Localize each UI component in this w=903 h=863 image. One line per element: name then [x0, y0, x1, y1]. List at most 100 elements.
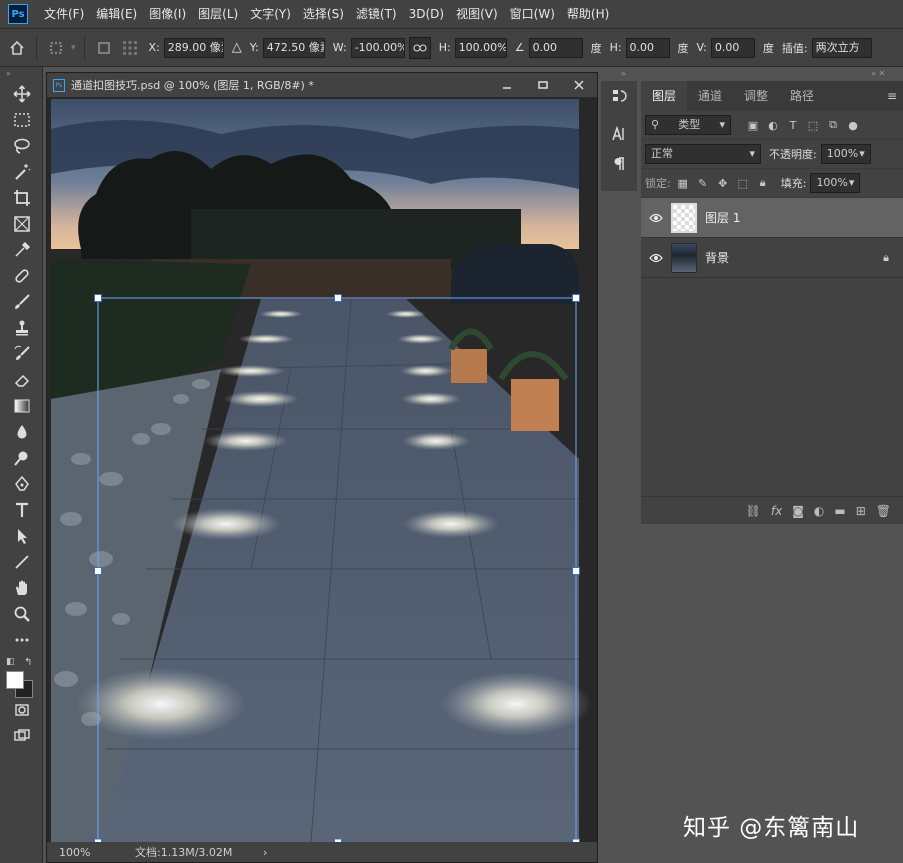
filter-kind-select[interactable]: ⚲ 类型 ▾: [645, 115, 731, 135]
foreground-color-swatch[interactable]: [6, 671, 24, 689]
dodge-tool-icon[interactable]: [0, 445, 43, 471]
lasso-tool-icon[interactable]: [0, 133, 43, 159]
new-layer-icon[interactable]: ⊞: [856, 504, 866, 518]
character-panel-icon[interactable]: [601, 119, 637, 149]
options-bar: ▾ X: 289.00 像素 △ Y: 472.50 像素 W: -100.00…: [0, 29, 903, 67]
opacity-input[interactable]: 100% ▾: [820, 144, 871, 164]
collapse-toolbar-icon[interactable]: »: [0, 67, 42, 81]
lock-transparent-icon[interactable]: ▦: [675, 175, 691, 191]
blend-mode-select[interactable]: 正常 ▾: [645, 144, 761, 164]
path-selection-tool-icon[interactable]: [0, 523, 43, 549]
visibility-eye-icon[interactable]: [641, 253, 671, 263]
screen-mode-icon[interactable]: [0, 723, 43, 749]
eyedropper-tool-icon[interactable]: [0, 237, 43, 263]
pen-tool-icon[interactable]: [0, 471, 43, 497]
group-folder-icon[interactable]: ▬: [834, 504, 845, 518]
tab-layers[interactable]: 图层: [641, 81, 688, 111]
filter-toggle-icon[interactable]: ●: [845, 117, 861, 133]
swap-colors-icon[interactable]: ↰: [24, 657, 32, 668]
filter-adjustment-icon[interactable]: ◐: [765, 117, 781, 133]
more-tools-icon[interactable]: [0, 627, 43, 653]
menu-window[interactable]: 窗口(W): [504, 0, 561, 29]
lock-image-icon[interactable]: ✎: [695, 175, 711, 191]
menu-3d[interactable]: 3D(D): [403, 0, 450, 29]
tab-adjustments[interactable]: 调整: [733, 81, 779, 111]
brush-tool-icon[interactable]: [0, 289, 43, 315]
frame-tool-icon[interactable]: [0, 211, 43, 237]
lock-all-icon[interactable]: 🔒︎: [755, 175, 771, 191]
canvas-area[interactable]: [47, 99, 597, 843]
delete-icon[interactable]: 🗑︎: [876, 504, 891, 518]
hand-tool-icon[interactable]: [0, 575, 43, 601]
reference-checkbox[interactable]: [93, 37, 115, 59]
menu-file[interactable]: 文件(F): [38, 0, 90, 29]
history-brush-tool-icon[interactable]: [0, 341, 43, 367]
rotate-angle-input[interactable]: 0.00: [528, 37, 583, 58]
zoom-tool-icon[interactable]: [0, 601, 43, 627]
tab-channels[interactable]: 通道: [687, 81, 733, 111]
menu-image[interactable]: 图像(I): [143, 0, 192, 29]
collapse-panel-icon[interactable]: « ✕: [871, 69, 885, 78]
default-colors-icon[interactable]: ◧: [6, 657, 15, 667]
history-panel-icon[interactable]: [601, 81, 637, 111]
width-input[interactable]: -100.00%: [350, 37, 405, 58]
link-icon[interactable]: [408, 36, 431, 59]
reference-point-grid-icon[interactable]: [119, 37, 141, 59]
layer-name[interactable]: 图层 1: [705, 209, 903, 226]
skew-h-input[interactable]: 0.00: [625, 37, 670, 58]
paragraph-panel-icon[interactable]: [601, 149, 637, 179]
clone-stamp-tool-icon[interactable]: [0, 315, 43, 341]
filter-smart-object-icon[interactable]: ⧉: [825, 117, 841, 133]
close-icon[interactable]: [561, 73, 597, 98]
height-input[interactable]: 100.00%: [454, 37, 507, 58]
menu-layer[interactable]: 图层(L): [192, 0, 244, 29]
panel-menu-icon[interactable]: ≡: [887, 81, 903, 111]
visibility-eye-icon[interactable]: [641, 213, 671, 223]
crop-tool-icon[interactable]: [0, 185, 43, 211]
blur-tool-icon[interactable]: [0, 419, 43, 445]
document-tab[interactable]: Ps 通道扣图技巧.psd @ 100% (图层 1, RGB/8#) *: [47, 73, 597, 98]
menu-filter[interactable]: 滤镜(T): [350, 0, 403, 29]
maximize-icon[interactable]: [525, 73, 561, 98]
filter-type-icon[interactable]: T: [785, 117, 801, 133]
interpolation-select[interactable]: 两次立方: [811, 37, 872, 58]
lock-position-icon[interactable]: ✥: [715, 175, 731, 191]
mask-icon[interactable]: ◙: [792, 504, 804, 518]
photo-canvas[interactable]: [47, 99, 597, 843]
collapse-dock-icon[interactable]: »: [621, 69, 626, 78]
fx-icon[interactable]: fx: [771, 504, 782, 518]
layer-name[interactable]: 背景: [705, 249, 883, 266]
move-tool-icon[interactable]: [0, 81, 43, 107]
minimize-icon[interactable]: [489, 73, 525, 98]
gradient-tool-icon[interactable]: [0, 393, 43, 419]
menu-select[interactable]: 选择(S): [297, 0, 350, 29]
menu-edit[interactable]: 编辑(E): [90, 0, 143, 29]
skew-v-input[interactable]: 0.00: [710, 37, 755, 58]
magic-wand-tool-icon[interactable]: [0, 159, 43, 185]
layer-row[interactable]: 图层 1: [641, 198, 903, 238]
lock-artboard-icon[interactable]: ⬚: [735, 175, 751, 191]
zoom-level[interactable]: 100%: [47, 846, 107, 859]
y-input[interactable]: 472.50 像素: [262, 37, 325, 58]
delta-icon[interactable]: △: [232, 40, 242, 55]
layer-row[interactable]: 背景 🔒︎: [641, 238, 903, 278]
line-tool-icon[interactable]: [0, 549, 43, 575]
transform-tool-icon[interactable]: [45, 37, 67, 59]
menu-help[interactable]: 帮助(H): [561, 0, 615, 29]
home-icon[interactable]: [6, 37, 28, 59]
filter-pixel-icon[interactable]: ▣: [745, 117, 761, 133]
link-icon[interactable]: ⛓: [746, 504, 761, 518]
healing-brush-tool-icon[interactable]: [0, 263, 43, 289]
fill-input[interactable]: 100% ▾: [810, 173, 861, 193]
menu-view[interactable]: 视图(V): [450, 0, 504, 29]
menu-type[interactable]: 文字(Y): [244, 0, 297, 29]
type-tool-icon[interactable]: [0, 497, 43, 523]
marquee-tool-icon[interactable]: [0, 107, 43, 133]
eraser-tool-icon[interactable]: [0, 367, 43, 393]
adjustment-icon[interactable]: ◐: [814, 504, 824, 518]
tab-paths[interactable]: 路径: [779, 81, 825, 111]
quick-mask-icon[interactable]: [0, 697, 43, 723]
status-menu-arrow[interactable]: ›: [243, 846, 267, 859]
filter-shape-icon[interactable]: ⬚: [805, 117, 821, 133]
x-input[interactable]: 289.00 像素: [163, 37, 224, 58]
